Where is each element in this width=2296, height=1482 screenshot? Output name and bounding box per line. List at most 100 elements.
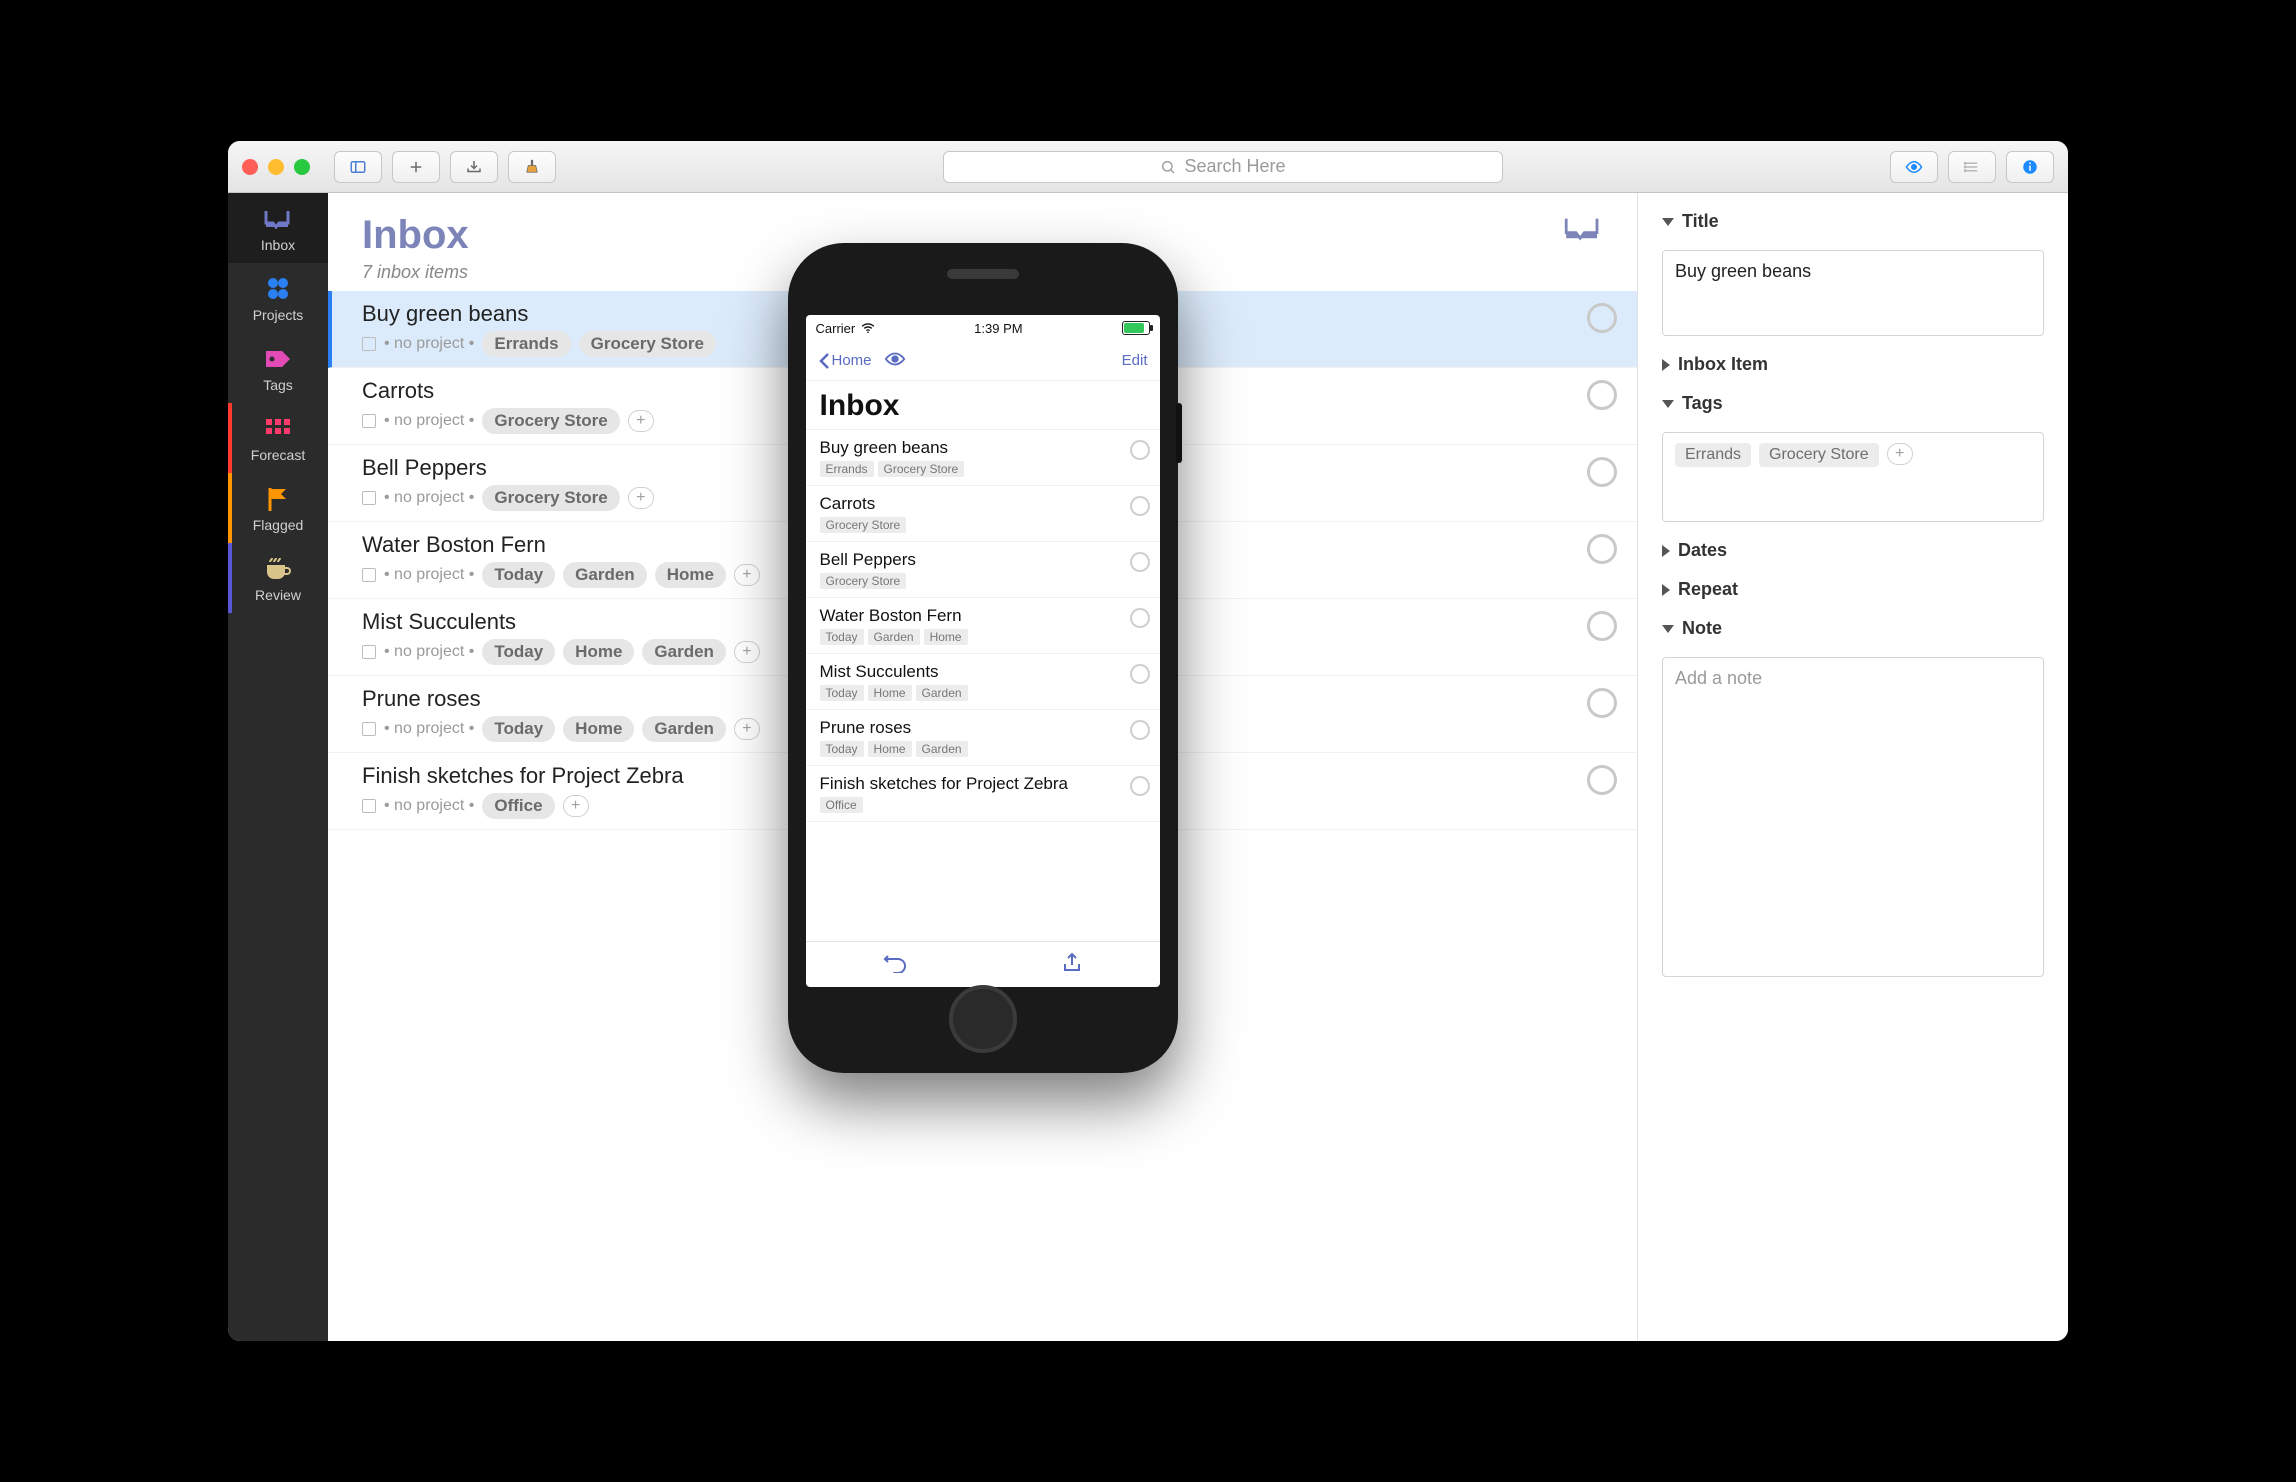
tag-pill[interactable]: Grocery Store [579, 331, 716, 357]
add-tag-button[interactable]: + [734, 564, 760, 586]
add-tag-button[interactable]: + [734, 718, 760, 740]
zoom-window-button[interactable] [294, 159, 310, 175]
sidebar-item-inbox[interactable]: Inbox [228, 193, 328, 263]
phone-complete-checkbox[interactable] [1130, 776, 1150, 796]
phone-tag-pill: Garden [916, 741, 968, 757]
side-button [1176, 403, 1182, 463]
phone-task-row[interactable]: Mist SucculentsTodayHomeGarden [806, 654, 1160, 710]
phone-task-tags: TodayGardenHome [820, 629, 1120, 645]
tag-pill[interactable]: Garden [563, 562, 647, 588]
complete-checkbox[interactable] [1587, 688, 1617, 718]
add-tag-button[interactable]: + [563, 795, 589, 817]
sidebar-item-forecast[interactable]: Forecast [228, 403, 328, 473]
toggle-sidebar-button[interactable] [334, 151, 382, 183]
complete-checkbox[interactable] [1587, 303, 1617, 333]
phone-tag-pill: Garden [916, 685, 968, 701]
note-icon [362, 568, 376, 582]
cleanup-button[interactable] [508, 151, 556, 183]
project-label: • no project • [384, 643, 474, 661]
tag-pill[interactable]: Home [655, 562, 726, 588]
view-perspective-button[interactable] [1890, 151, 1938, 183]
inspector-toggle-button[interactable] [2006, 151, 2054, 183]
carrier-label: Carrier [816, 321, 856, 336]
note-icon [362, 645, 376, 659]
add-tag-button[interactable]: + [628, 487, 654, 509]
phone-task-tags: TodayHomeGarden [820, 741, 1120, 757]
phone-complete-checkbox[interactable] [1130, 552, 1150, 572]
minimize-window-button[interactable] [268, 159, 284, 175]
phone-view-icon[interactable] [884, 351, 906, 371]
tag-pill[interactable]: Today [482, 562, 555, 588]
tag-pill[interactable]: Garden [642, 639, 726, 665]
app-window: Search Here Inbox [228, 141, 2068, 1341]
inspector-section-dates[interactable]: Dates [1662, 540, 2044, 561]
tag-pill[interactable]: Grocery Store [482, 408, 619, 434]
phone-task-list: Buy green beansErrandsGrocery StoreCarro… [806, 429, 1160, 941]
sidebar-item-review[interactable]: Review [228, 543, 328, 613]
complete-checkbox[interactable] [1587, 380, 1617, 410]
complete-checkbox[interactable] [1587, 534, 1617, 564]
inspector-tag-pill[interactable]: Errands [1675, 443, 1751, 467]
project-label: • no project • [384, 489, 474, 507]
tag-icon [263, 347, 293, 371]
phone-back-button[interactable]: Home [818, 352, 872, 370]
phone-task-row[interactable]: Buy green beansErrandsGrocery Store [806, 430, 1160, 486]
phone-task-tags: Office [820, 797, 1120, 813]
inspector-section-title[interactable]: Title [1662, 211, 2044, 232]
inspector-panel: Title Buy green beans Inbox Item Tags Er… [1638, 193, 2068, 1341]
phone-complete-checkbox[interactable] [1130, 440, 1150, 460]
inspector-section-repeat[interactable]: Repeat [1662, 579, 2044, 600]
add-tag-button[interactable]: + [734, 641, 760, 663]
phone-task-row[interactable]: Bell PeppersGrocery Store [806, 542, 1160, 598]
quick-entry-button[interactable] [450, 151, 498, 183]
complete-checkbox[interactable] [1587, 457, 1617, 487]
phone-edit-button[interactable]: Edit [1122, 352, 1148, 369]
phone-task-row[interactable]: Prune rosesTodayHomeGarden [806, 710, 1160, 766]
project-label: • no project • [384, 412, 474, 430]
sidebar-item-label: Flagged [253, 517, 304, 533]
tag-pill[interactable]: Errands [482, 331, 570, 357]
sidebar-item-projects[interactable]: Projects [228, 263, 328, 333]
complete-checkbox[interactable] [1587, 765, 1617, 795]
projects-icon [263, 277, 293, 301]
tag-pill[interactable]: Home [563, 639, 634, 665]
phone-task-row[interactable]: CarrotsGrocery Store [806, 486, 1160, 542]
add-tag-button[interactable]: + [1887, 443, 1913, 465]
inspector-tag-pill[interactable]: Grocery Store [1759, 443, 1879, 467]
phone-task-row[interactable]: Finish sketches for Project ZebraOffice [806, 766, 1160, 822]
complete-checkbox[interactable] [1587, 611, 1617, 641]
accent-indicator [228, 473, 232, 543]
phone-task-row[interactable]: Water Boston Fern TodayGardenHome [806, 598, 1160, 654]
tag-pill[interactable]: Today [482, 639, 555, 665]
title-field[interactable]: Buy green beans [1662, 250, 2044, 336]
close-window-button[interactable] [242, 159, 258, 175]
phone-complete-checkbox[interactable] [1130, 496, 1150, 516]
add-tag-button[interactable]: + [628, 410, 654, 432]
inspector-section-inbox-item[interactable]: Inbox Item [1662, 354, 2044, 375]
search-field[interactable]: Search Here [943, 151, 1503, 183]
tag-pill[interactable]: Home [563, 716, 634, 742]
inbox-tray-icon [263, 207, 293, 231]
phone-complete-checkbox[interactable] [1130, 608, 1150, 628]
page-title: Inbox [362, 213, 469, 258]
inspector-section-tags[interactable]: Tags [1662, 393, 2044, 414]
note-field[interactable]: Add a note [1662, 657, 2044, 977]
phone-task-title: Water Boston Fern [820, 606, 1120, 626]
tag-pill[interactable]: Grocery Store [482, 485, 619, 511]
phone-tag-pill: Garden [868, 629, 920, 645]
tags-field[interactable]: Errands Grocery Store + [1662, 432, 2044, 522]
tag-pill[interactable]: Office [482, 793, 554, 819]
sidebar-item-tags[interactable]: Tags [228, 333, 328, 403]
new-item-button[interactable] [392, 151, 440, 183]
tag-pill[interactable]: Today [482, 716, 555, 742]
view-options-button[interactable] [1948, 151, 1996, 183]
phone-tag-pill: Grocery Store [820, 573, 907, 589]
sidebar-item-flagged[interactable]: Flagged [228, 473, 328, 543]
phone-time: 1:39 PM [974, 321, 1022, 336]
phone-share-button[interactable] [1061, 952, 1083, 978]
inspector-section-note[interactable]: Note [1662, 618, 2044, 639]
phone-undo-button[interactable] [883, 953, 907, 977]
phone-complete-checkbox[interactable] [1130, 720, 1150, 740]
phone-complete-checkbox[interactable] [1130, 664, 1150, 684]
tag-pill[interactable]: Garden [642, 716, 726, 742]
